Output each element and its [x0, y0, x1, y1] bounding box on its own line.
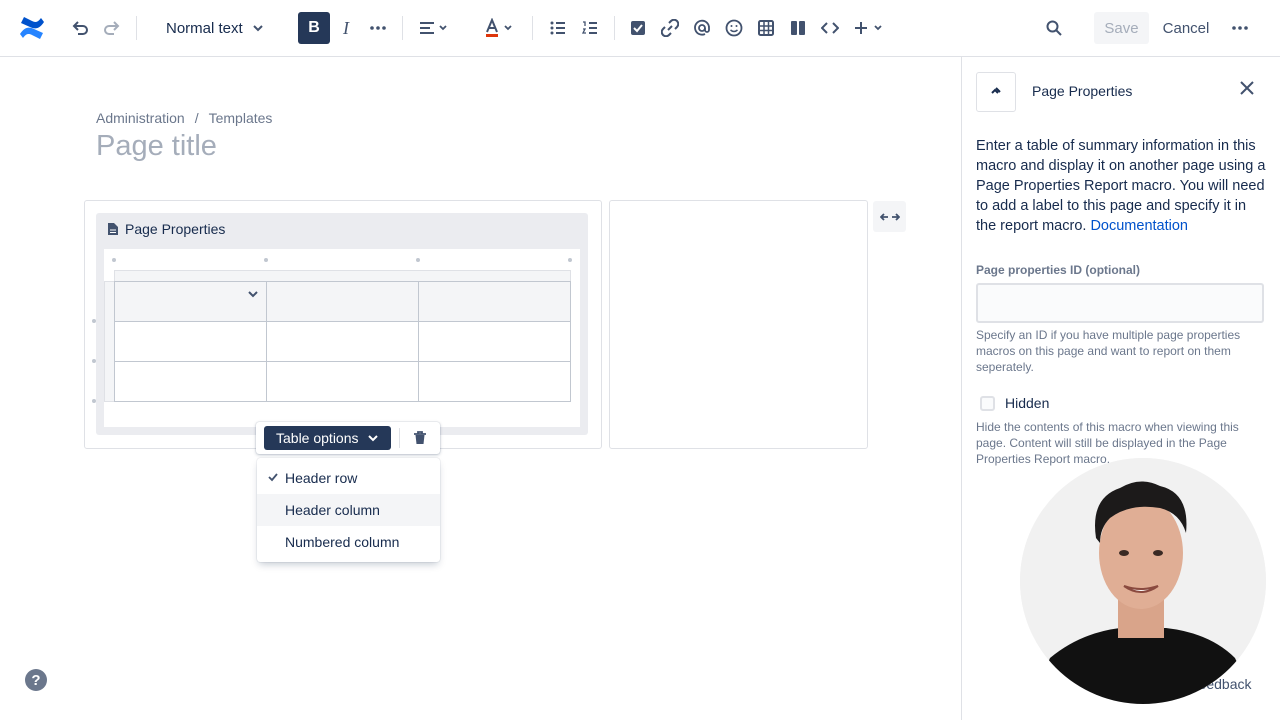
close-icon[interactable] — [1236, 77, 1258, 99]
link-icon[interactable] — [656, 12, 684, 44]
table-header-row — [114, 281, 571, 322]
column-insert-dot[interactable] — [568, 258, 572, 262]
hidden-label: Hidden — [1005, 395, 1050, 411]
menu-item-numbered-column[interactable]: Numbered column — [257, 526, 440, 558]
table-cell[interactable] — [114, 321, 267, 362]
bold-icon: B — [308, 19, 320, 36]
table-cell[interactable] — [266, 361, 419, 402]
row-controls[interactable] — [104, 281, 114, 402]
menu-item-label: Header column — [285, 502, 380, 518]
column-insert-dot[interactable] — [416, 258, 420, 262]
text-style-dropdown[interactable]: Normal text — [154, 12, 274, 44]
menu-item-label: Header row — [285, 470, 358, 486]
mention-icon[interactable] — [688, 12, 716, 44]
layouts-icon[interactable] — [784, 12, 812, 44]
chevron-down-icon — [253, 25, 263, 32]
table-icon[interactable] — [752, 12, 780, 44]
confluence-logo-icon[interactable] — [18, 14, 46, 42]
row-insert-dot[interactable] — [92, 399, 96, 403]
hidden-option: Hidden — [980, 395, 1049, 411]
row-insert-dot[interactable] — [92, 319, 96, 323]
macro-title: Page Properties — [125, 221, 226, 237]
delete-table-icon[interactable] — [410, 428, 430, 448]
documentation-link[interactable]: Documentation — [1090, 218, 1188, 234]
bullet-list-icon[interactable] — [544, 12, 572, 44]
presenter-video-overlay — [1020, 458, 1266, 704]
table-options-button[interactable]: Table options — [264, 426, 391, 450]
presenter-image — [1020, 458, 1266, 704]
menu-item-header-row[interactable]: Header row — [257, 462, 440, 494]
text-color-icon[interactable] — [480, 12, 518, 44]
column-insert-dot[interactable] — [112, 258, 116, 262]
text-style-label: Normal text — [166, 19, 243, 37]
table-cell[interactable] — [418, 361, 571, 402]
properties-table — [114, 281, 571, 402]
menu-item-header-column[interactable]: Header column — [257, 494, 440, 526]
table-cell[interactable] — [418, 281, 571, 322]
table-cell[interactable] — [114, 281, 267, 322]
toolbar-divider — [136, 16, 137, 40]
italic-icon[interactable]: I — [332, 12, 360, 44]
emoji-icon[interactable] — [720, 12, 748, 44]
table-cell[interactable] — [114, 361, 267, 402]
toolbar-divider — [399, 428, 400, 448]
breadcrumb-item-templates[interactable]: Templates — [209, 110, 273, 126]
insert-plus-icon[interactable] — [850, 12, 886, 44]
table-options-menu: Header row Header column Numbered column — [257, 458, 440, 562]
breadcrumb-separator: / — [194, 110, 199, 126]
layout-column[interactable] — [609, 200, 868, 449]
table-cell[interactable] — [418, 321, 571, 362]
toolbar-divider — [614, 16, 615, 40]
numbered-list-icon[interactable] — [576, 12, 604, 44]
menu-item-label: Numbered column — [285, 534, 400, 550]
expand-width-icon[interactable] — [873, 201, 906, 232]
action-item-icon[interactable] — [624, 12, 652, 44]
document-icon — [108, 223, 118, 235]
table-options-label: Table options — [276, 430, 359, 446]
column-insert-dot[interactable] — [264, 258, 268, 262]
hidden-checkbox[interactable] — [980, 395, 995, 411]
table-row — [114, 321, 571, 362]
page-properties-icon — [991, 87, 1001, 94]
help-icon[interactable]: ? — [25, 669, 47, 691]
page-properties-id-help: Specify an ID if you have multiple page … — [976, 328, 1241, 374]
chevron-down-icon — [367, 435, 378, 442]
page-properties-id-label: Page properties ID (optional) — [976, 263, 1141, 277]
alignment-icon[interactable] — [414, 12, 452, 44]
toolbar-divider — [532, 16, 533, 40]
checkmark-icon — [268, 473, 278, 482]
redo-icon[interactable] — [98, 12, 126, 44]
macro-icon — [976, 72, 1016, 112]
breadcrumb: Administration / Templates — [96, 110, 272, 126]
page-properties-id-input[interactable] — [976, 283, 1264, 323]
undo-icon[interactable] — [66, 12, 94, 44]
cell-options-chevron-icon[interactable] — [246, 287, 260, 301]
column-controls[interactable] — [114, 270, 571, 281]
more-options-icon[interactable] — [1226, 12, 1254, 44]
row-insert-dot[interactable] — [92, 359, 96, 363]
save-button[interactable]: Save — [1094, 12, 1149, 44]
panel-title: Page Properties — [1032, 83, 1133, 99]
macro-header: Page Properties — [107, 221, 225, 237]
code-snippet-icon[interactable] — [816, 12, 844, 44]
editor-toolbar: Normal text B I Save Cancel — [0, 0, 1280, 57]
search-icon[interactable] — [1040, 12, 1068, 44]
table-cell[interactable] — [266, 321, 419, 362]
table-cell[interactable] — [266, 281, 419, 322]
breadcrumb-item-administration[interactable]: Administration — [96, 110, 185, 126]
toolbar-divider — [402, 16, 403, 40]
panel-description: Enter a table of summary information in … — [976, 136, 1266, 236]
page-title-input[interactable]: Page title — [96, 130, 217, 163]
more-formatting-icon[interactable] — [364, 12, 392, 44]
cancel-button[interactable]: Cancel — [1158, 12, 1214, 44]
table-row — [114, 361, 571, 402]
bold-button[interactable]: B — [298, 12, 330, 44]
